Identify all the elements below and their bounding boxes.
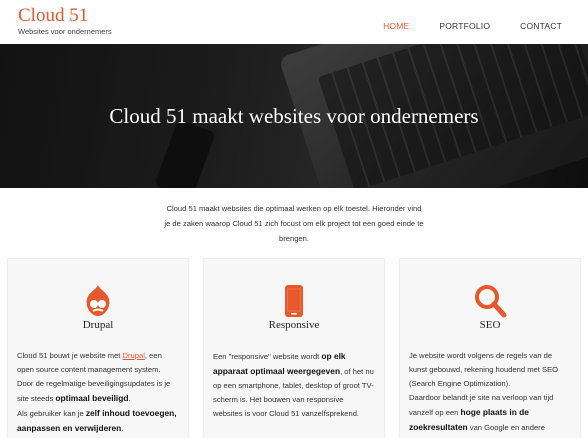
site-logo[interactable]: Cloud 51 Websites voor ondernemers: [18, 5, 112, 37]
card-title: Responsive: [268, 319, 320, 331]
card-text: Een "responsive" website wordt: [213, 352, 322, 361]
smartphone-icon: [285, 285, 303, 317]
card-text: Je website wordt volgens de regels van d…: [409, 351, 559, 388]
feature-card-drupal: Drupal Cloud 51 bouwt je website met Dru…: [7, 258, 189, 438]
nav-portfolio[interactable]: PORTFOLIO: [439, 21, 490, 31]
nav-home[interactable]: HOME: [383, 21, 409, 31]
card-text: van Google en andere: [467, 423, 545, 432]
card-text: .: [121, 424, 124, 433]
drupal-icon: [86, 285, 110, 316]
card-text: .: [128, 394, 131, 403]
feature-card-responsive: Responsive Een "responsive" website word…: [203, 258, 385, 438]
hero-banner: Cloud 51 maakt websites voor ondernemers: [0, 44, 588, 188]
card-title: SEO: [479, 319, 501, 331]
card-body: Je website wordt volgens de regels van d…: [409, 349, 571, 435]
card-title: Drupal: [82, 319, 114, 331]
main-nav: HOME PORTFOLIO CONTACT: [353, 21, 562, 31]
card-text: Cloud 51 bouwt je website met: [17, 351, 123, 360]
feature-card-seo: SEO Je website wordt volgens de regels v…: [399, 258, 581, 438]
logo-title: Cloud 51: [18, 5, 89, 26]
card-text: Als gebruiker kan je: [17, 409, 86, 418]
magnifier-icon: [475, 285, 507, 318]
nav-contact[interactable]: CONTACT: [520, 21, 562, 31]
hero-title: Cloud 51 maakt websites voor ondernemers: [109, 104, 479, 128]
card-body: Cloud 51 bouwt je website met Drupal, ee…: [17, 349, 179, 436]
logo-tagline: Websites voor ondernemers: [18, 27, 112, 36]
site-header: Cloud 51 Websites voor ondernemers HOME …: [0, 0, 588, 44]
card-body: Een "responsive" website wordt op elk ap…: [213, 349, 375, 421]
intro-text: Cloud 51 maakt websites die optimaal wer…: [164, 204, 424, 243]
card-bold-text: optimaal beveiligd: [55, 393, 129, 403]
drupal-link[interactable]: Drupal: [123, 351, 145, 360]
